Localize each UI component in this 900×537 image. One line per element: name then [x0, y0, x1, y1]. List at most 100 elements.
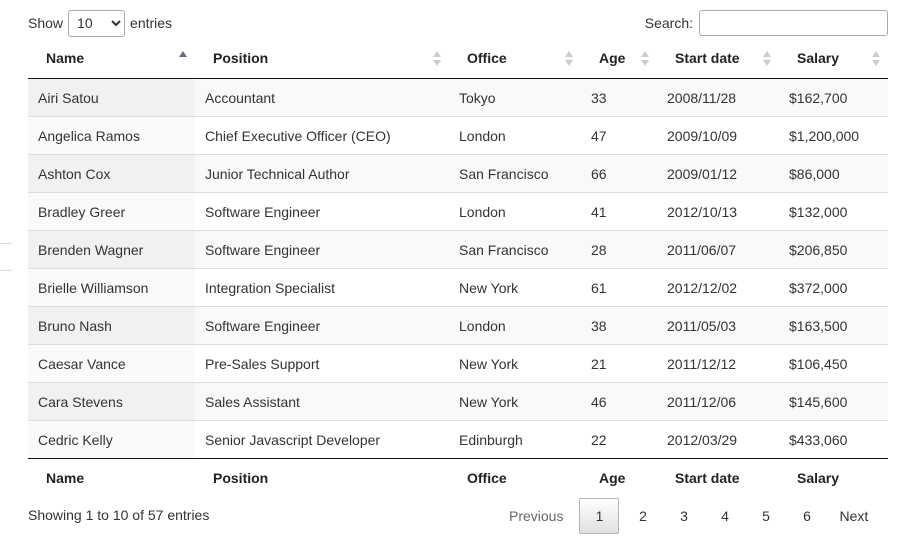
cell-start-date: 2011/06/07	[657, 230, 779, 269]
cell-start-date: 2009/01/12	[657, 154, 779, 193]
column-header-name[interactable]: Name	[28, 38, 195, 79]
cell-salary: $433,060	[779, 420, 888, 459]
column-header-label: Salary	[797, 50, 840, 66]
cell-start-date: 2011/12/12	[657, 344, 779, 383]
footer-row: Name Position Office Age Start date Sala…	[28, 458, 888, 497]
left-edge-divider	[0, 243, 12, 244]
previous-button[interactable]: Previous	[497, 498, 575, 534]
sort-both-icon	[433, 48, 443, 68]
cell-age: 41	[581, 192, 657, 231]
cell-name: Caesar Vance	[28, 344, 195, 383]
footer-header-salary: Salary	[779, 458, 888, 497]
table-row[interactable]: Airi Satou Accountant Tokyo 33 2008/11/28 $16…	[28, 78, 888, 117]
search-input[interactable]	[699, 10, 888, 36]
cell-name: Brielle Williamson	[28, 268, 195, 307]
cell-office: San Francisco	[449, 230, 581, 269]
cell-start-date: 2008/11/28	[657, 78, 779, 117]
cell-salary: $372,000	[779, 268, 888, 307]
table-row[interactable]: Ashton Cox Junior Technical Author San Fra…	[28, 154, 888, 193]
cell-office: San Francisco	[449, 154, 581, 193]
page-button-current[interactable]: 1	[579, 498, 620, 534]
cell-salary: $145,600	[779, 382, 888, 421]
length-menu: Show 10 entries	[28, 9, 172, 37]
column-header-label: Position	[213, 50, 269, 66]
cell-salary: $162,700	[779, 78, 888, 117]
cell-office: New York	[449, 382, 581, 421]
cell-start-date: 2009/10/09	[657, 116, 779, 155]
cell-age: 66	[581, 154, 657, 193]
cell-salary: $1,200,000	[779, 116, 888, 155]
sort-both-icon	[872, 48, 882, 68]
table-row[interactable]: Brielle Williamson Integration Specialist…	[28, 268, 888, 307]
length-suffix-label: entries	[130, 15, 173, 31]
cell-salary: $86,000	[779, 154, 888, 193]
cell-age: 46	[581, 382, 657, 421]
table-row[interactable]: Caesar Vance Pre-Sales Support New York 21 2…	[28, 344, 888, 383]
cell-start-date: 2011/12/06	[657, 382, 779, 421]
cell-name: Bruno Nash	[28, 306, 195, 345]
footer-header-office: Office	[449, 458, 581, 497]
page-button[interactable]: 6	[786, 498, 827, 534]
cell-age: 38	[581, 306, 657, 345]
footer-header-start-date: Start date	[657, 458, 779, 497]
next-button[interactable]: Next	[827, 498, 880, 534]
cell-start-date: 2012/10/13	[657, 192, 779, 231]
cell-salary: $163,500	[779, 306, 888, 345]
cell-name: Cedric Kelly	[28, 420, 195, 459]
table-controls: Show 10 entries Search:	[28, 9, 888, 37]
page-button[interactable]: 2	[622, 498, 663, 534]
cell-position: Chief Executive Officer (CEO)	[195, 116, 449, 155]
column-header-start-date[interactable]: Start date	[657, 38, 779, 79]
column-header-position[interactable]: Position	[195, 38, 449, 79]
cell-office: Tokyo	[449, 78, 581, 117]
cell-salary: $132,000	[779, 192, 888, 231]
cell-age: 22	[581, 420, 657, 459]
column-header-office[interactable]: Office	[449, 38, 581, 79]
entries-per-page-select[interactable]: 10	[68, 9, 126, 37]
table-info: Showing 1 to 10 of 57 entries	[28, 507, 210, 523]
cell-position: Senior Javascript Developer	[195, 420, 449, 459]
sort-both-icon	[763, 48, 773, 68]
footer-header-age: Age	[581, 458, 657, 497]
search-box: Search:	[645, 9, 888, 37]
cell-age: 21	[581, 344, 657, 383]
footer-header-position: Position	[195, 458, 449, 497]
cell-start-date: 2012/12/02	[657, 268, 779, 307]
page-button[interactable]: 4	[704, 498, 745, 534]
length-prefix-label: Show	[28, 15, 64, 31]
table-row[interactable]: Brenden Wagner Software Engineer San Franc…	[28, 230, 888, 269]
cell-office: New York	[449, 268, 581, 307]
cell-position: Integration Specialist	[195, 268, 449, 307]
cell-position: Sales Assistant	[195, 382, 449, 421]
column-header-age[interactable]: Age	[581, 38, 657, 79]
cell-position: Software Engineer	[195, 230, 449, 269]
column-header-salary[interactable]: Salary	[779, 38, 888, 79]
table-row[interactable]: Bradley Greer Software Engineer London 41 20…	[28, 192, 888, 231]
page-button[interactable]: 5	[745, 498, 786, 534]
cell-name: Cara Stevens	[28, 382, 195, 421]
column-header-label: Start date	[675, 50, 740, 66]
page-button[interactable]: 3	[663, 498, 704, 534]
cell-name: Brenden Wagner	[28, 230, 195, 269]
cell-office: New York	[449, 344, 581, 383]
cell-name: Airi Satou	[28, 78, 195, 117]
cell-age: 47	[581, 116, 657, 155]
left-edge-divider	[0, 270, 12, 271]
column-header-label: Name	[46, 50, 85, 66]
table-row[interactable]: Cedric Kelly Senior Javascript Developer E…	[28, 420, 888, 459]
table-row[interactable]: Cara Stevens Sales Assistant New York 46 201…	[28, 382, 888, 421]
cell-age: 28	[581, 230, 657, 269]
column-header-label: Age	[599, 50, 626, 66]
cell-office: London	[449, 192, 581, 231]
table-row[interactable]: Bruno Nash Software Engineer London 38 2011/…	[28, 306, 888, 345]
sort-ascending-icon	[179, 48, 189, 68]
search-label: Search:	[644, 15, 693, 31]
cell-name: Ashton Cox	[28, 154, 195, 193]
cell-office: Edinburgh	[449, 420, 581, 459]
table-row[interactable]: Angelica Ramos Chief Executive Officer (C…	[28, 116, 888, 155]
cell-salary: $106,450	[779, 344, 888, 383]
column-header-label: Office	[467, 50, 507, 66]
pagination: Previous 1 2 3 4 5 6 Next	[497, 498, 880, 534]
footer-header-name: Name	[28, 458, 195, 497]
cell-start-date: 2011/05/03	[657, 306, 779, 345]
